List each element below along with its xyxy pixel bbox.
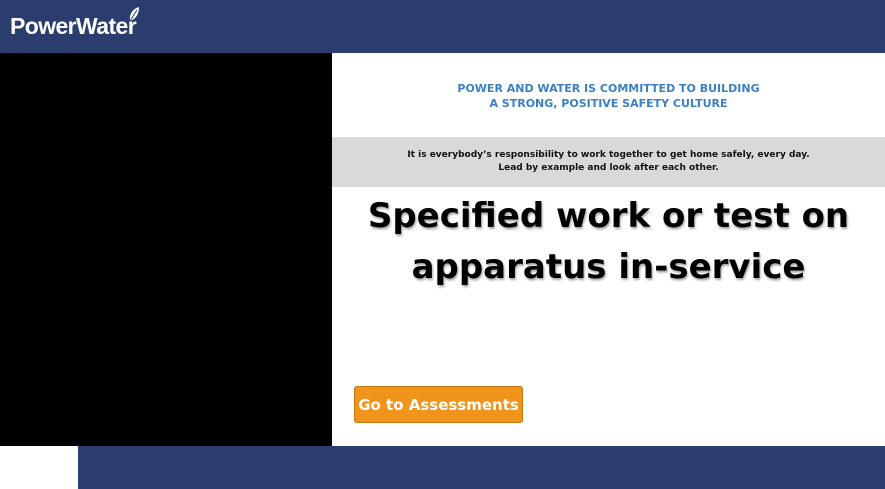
- footer-left-block: [0, 446, 78, 489]
- title-line-2: apparatus in-service: [411, 247, 806, 287]
- responsibility-line-1: It is everybody’s responsibility to work…: [407, 150, 810, 160]
- responsibility-text: It is everybody’s responsibility to work…: [332, 149, 885, 175]
- commitment-line-2: A STRONG, POSITIVE SAFETY CULTURE: [489, 97, 728, 110]
- responsibility-line-2: Lead by example and look after each othe…: [498, 163, 719, 173]
- content-panel: POWER AND WATER IS COMMITTED TO BUILDING…: [332, 53, 885, 446]
- powerwater-logo[interactable]: PowerWater: [10, 7, 139, 40]
- video-player[interactable]: [0, 53, 332, 446]
- header-bar: PowerWater: [0, 0, 885, 53]
- commitment-line-1: POWER AND WATER IS COMMITTED TO BUILDING: [457, 82, 760, 95]
- go-to-assessments-button[interactable]: Go to Assessments: [354, 386, 523, 423]
- page-title: Specified work or test on apparatus in-s…: [332, 191, 885, 293]
- safety-commitment-heading: POWER AND WATER IS COMMITTED TO BUILDING…: [332, 81, 885, 111]
- responsibility-banner: It is everybody’s responsibility to work…: [332, 137, 885, 187]
- logo-text: PowerWater: [10, 13, 137, 39]
- leaf-icon: [129, 7, 139, 22]
- footer-bar: [78, 446, 885, 489]
- title-line-1: Specified work or test on: [367, 196, 850, 236]
